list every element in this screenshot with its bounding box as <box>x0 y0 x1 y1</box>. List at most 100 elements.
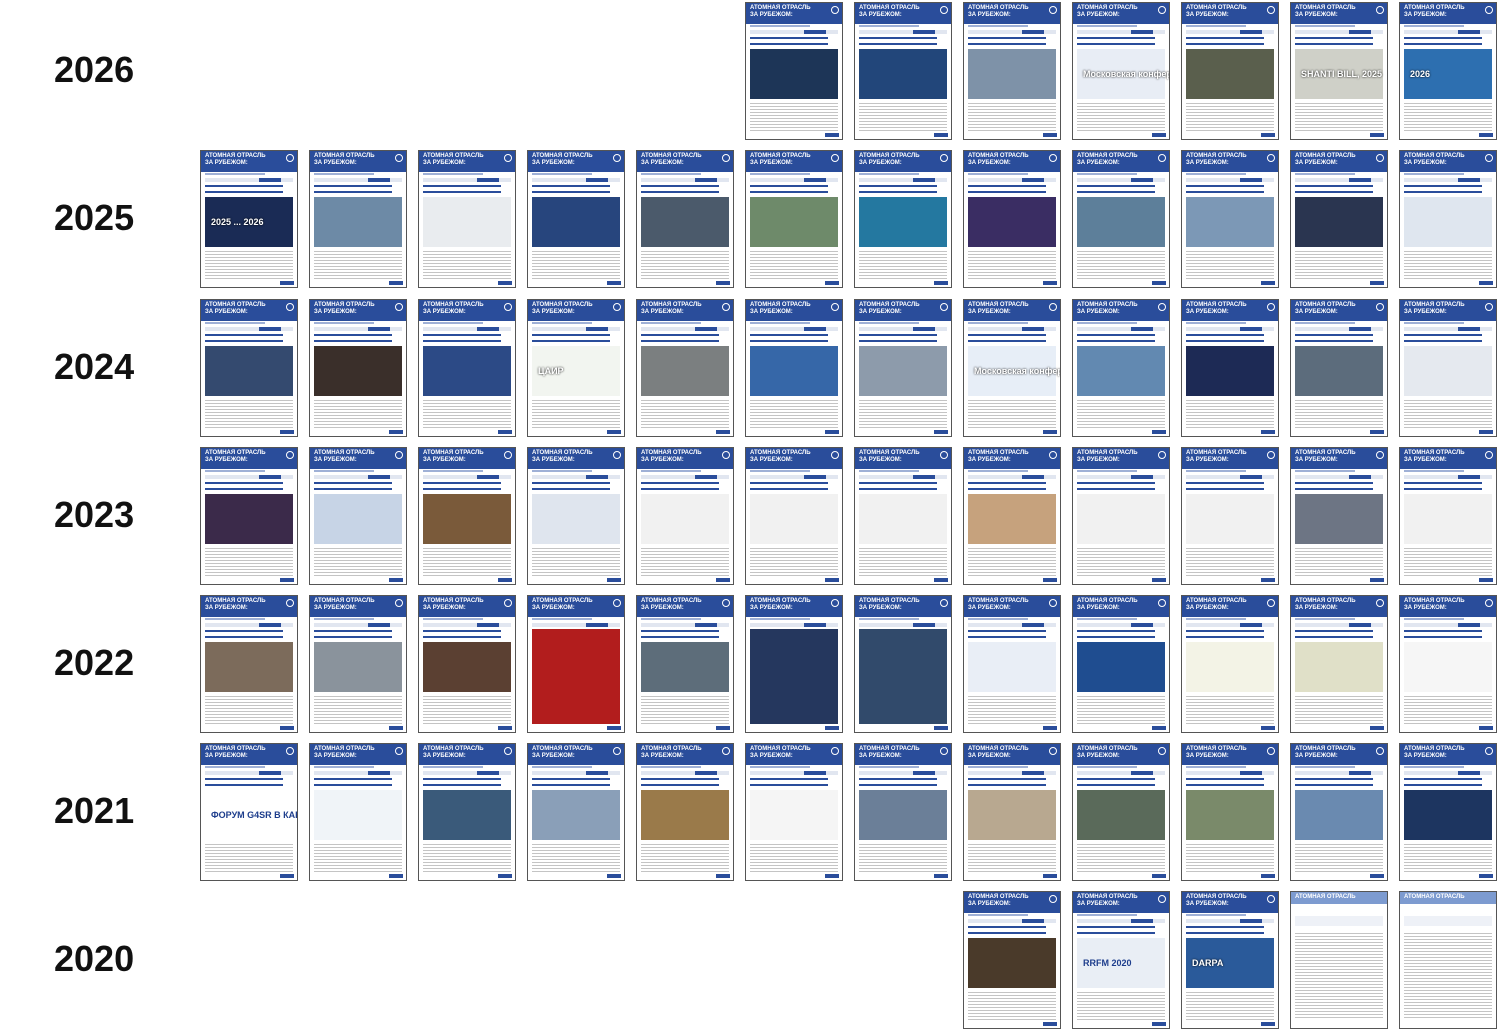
issue-cover-2025-9[interactable]: АТОМНАЯ ОТРАСЛЬ ЗА РУБЕЖОМ: <box>1072 150 1170 288</box>
cover-headline-rule <box>859 482 937 490</box>
issue-cover-2025-5[interactable]: АТОМНАЯ ОТРАСЛЬ ЗА РУБЕЖОМ: <box>636 150 734 288</box>
issue-cover-2023-11[interactable]: АТОМНАЯ ОТРАСЛЬ ЗА РУБЕЖОМ: <box>1290 447 1388 585</box>
cover-image <box>205 494 293 544</box>
cover-headline-rule <box>750 482 828 490</box>
cover-date-bar <box>1404 30 1492 34</box>
cover-subline <box>1404 322 1464 324</box>
issue-cover-2024-2[interactable]: АТОМНАЯ ОТРАСЛЬ ЗА РУБЕЖОМ: <box>309 299 407 437</box>
issue-cover-2020-4[interactable]: АТОМНАЯ ОТРАСЛЬЗА РУБЕЖОМ: <box>1290 891 1388 1029</box>
issue-cover-2025-3[interactable]: АТОМНАЯ ОТРАСЛЬ ЗА РУБЕЖОМ: <box>418 150 516 288</box>
issue-cover-2021-3[interactable]: АТОМНАЯ ОТРАСЛЬ ЗА РУБЕЖОМ: <box>418 743 516 881</box>
issue-cover-2021-5[interactable]: АТОМНАЯ ОТРАСЛЬ ЗА РУБЕЖОМ: <box>636 743 734 881</box>
issue-cover-2024-9[interactable]: АТОМНАЯ ОТРАСЛЬ ЗА РУБЕЖОМ: <box>1072 299 1170 437</box>
issue-cover-2022-6[interactable]: АТОМНАЯ ОТРАСЛЬ ЗА РУБЕЖОМ: <box>745 595 843 733</box>
issue-cover-2022-11[interactable]: АТОМНАЯ ОТРАСЛЬ ЗА РУБЕЖОМ: <box>1290 595 1388 733</box>
issue-cover-2026-7[interactable]: АТОМНАЯ ОТРАСЛЬ ЗА РУБЕЖОМ: 2026 <box>1399 2 1497 140</box>
issue-cover-2025-6[interactable]: АТОМНАЯ ОТРАСЛЬ ЗА РУБЕЖОМ: <box>745 150 843 288</box>
cover-footer-logo <box>716 874 730 878</box>
issue-cover-2025-7[interactable]: АТОМНАЯ ОТРАСЛЬ ЗА РУБЕЖОМ: <box>854 150 952 288</box>
issue-cover-2021-4[interactable]: АТОМНАЯ ОТРАСЛЬ ЗА РУБЕЖОМ: <box>527 743 625 881</box>
issue-cover-2020-5[interactable]: АТОМНАЯ ОТРАСЛЬЗА РУБЕЖОМ: <box>1399 891 1497 1029</box>
cover-image <box>1186 346 1274 396</box>
issue-cover-2026-4[interactable]: АТОМНАЯ ОТРАСЛЬ ЗА РУБЕЖОМ: Московская кон… <box>1072 2 1170 140</box>
issue-cover-2024-10[interactable]: АТОМНАЯ ОТРАСЛЬ ЗА РУБЕЖОМ: <box>1181 299 1279 437</box>
cover-text-lines <box>641 843 729 872</box>
issue-cover-2021-9[interactable]: АТОМНАЯ ОТРАСЛЬ ЗА РУБЕЖОМ: <box>1072 743 1170 881</box>
issue-cover-2020-2[interactable]: АТОМНАЯ ОТРАСЛЬ ЗА РУБЕЖОМ: RRFM 2020 <box>1072 891 1170 1029</box>
issue-cover-2023-9[interactable]: АТОМНАЯ ОТРАСЛЬ ЗА РУБЕЖОМ: <box>1072 447 1170 585</box>
cover-image <box>641 790 729 840</box>
issue-cover-2020-1[interactable]: АТОМНАЯ ОТРАСЛЬ ЗА РУБЕЖОМ: <box>963 891 1061 1029</box>
cover-text-lines <box>314 250 402 279</box>
issue-cover-2021-7[interactable]: АТОМНАЯ ОТРАСЛЬ ЗА РУБЕЖОМ: <box>854 743 952 881</box>
cover-logo-icon <box>831 747 839 755</box>
cover-headline-rule <box>859 185 937 193</box>
issue-cover-2021-2[interactable]: АТОМНАЯ ОТРАСЛЬ ЗА РУБЕЖОМ: <box>309 743 407 881</box>
issue-cover-2024-7[interactable]: АТОМНАЯ ОТРАСЛЬ ЗА РУБЕЖОМ: <box>854 299 952 437</box>
issue-cover-2026-1[interactable]: АТОМНАЯ ОТРАСЛЬ ЗА РУБЕЖОМ: <box>745 2 843 140</box>
issue-cover-2024-5[interactable]: АТОМНАЯ ОТРАСЛЬ ЗА РУБЕЖОМ: <box>636 299 734 437</box>
issue-cover-2025-12[interactable]: АТОМНАЯ ОТРАСЛЬ ЗА РУБЕЖОМ: <box>1399 150 1497 288</box>
cover-image <box>314 197 402 247</box>
issue-cover-2024-6[interactable]: АТОМНАЯ ОТРАСЛЬ ЗА РУБЕЖОМ: <box>745 299 843 437</box>
issue-cover-2023-2[interactable]: АТОМНАЯ ОТРАСЛЬ ЗА РУБЕЖОМ: <box>309 447 407 585</box>
issue-cover-2020-3[interactable]: АТОМНАЯ ОТРАСЛЬ ЗА РУБЕЖОМ: DARPA <box>1181 891 1279 1029</box>
issue-cover-2023-1[interactable]: АТОМНАЯ ОТРАСЛЬ ЗА РУБЕЖОМ: <box>200 447 298 585</box>
cover-footer-logo <box>1152 133 1166 137</box>
issue-cover-2023-6[interactable]: АТОМНАЯ ОТРАСЛЬ ЗА РУБЕЖОМ: <box>745 447 843 585</box>
issue-cover-2025-4[interactable]: АТОМНАЯ ОТРАСЛЬ ЗА РУБЕЖОМ: <box>527 150 625 288</box>
issue-cover-2024-8[interactable]: АТОМНАЯ ОТРАСЛЬ ЗА РУБЕЖОМ: Московская кон… <box>963 299 1061 437</box>
issue-cover-2024-12[interactable]: АТОМНАЯ ОТРАСЛЬ ЗА РУБЕЖОМ: <box>1399 299 1497 437</box>
issue-cover-2025-8[interactable]: АТОМНАЯ ОТРАСЛЬ ЗА РУБЕЖОМ: <box>963 150 1061 288</box>
cover-date-bar <box>314 327 402 331</box>
cover-date-bar <box>750 623 838 627</box>
issue-cover-2022-1[interactable]: АТОМНАЯ ОТРАСЛЬ ЗА РУБЕЖОМ: <box>200 595 298 733</box>
cover-date-bar <box>532 771 620 775</box>
issue-cover-2023-7[interactable]: АТОМНАЯ ОТРАСЛЬ ЗА РУБЕЖОМ: <box>854 447 952 585</box>
issue-cover-2022-5[interactable]: АТОМНАЯ ОТРАСЛЬ ЗА РУБЕЖОМ: <box>636 595 734 733</box>
issue-cover-2024-3[interactable]: АТОМНАЯ ОТРАСЛЬ ЗА РУБЕЖОМ: <box>418 299 516 437</box>
cover-subtitle: ЗА РУБЕЖОМ: <box>968 160 1011 166</box>
issue-cover-2022-3[interactable]: АТОМНАЯ ОТРАСЛЬ ЗА РУБЕЖОМ: <box>418 595 516 733</box>
cover-subline <box>532 470 592 472</box>
issue-cover-2023-10[interactable]: АТОМНАЯ ОТРАСЛЬ ЗА РУБЕЖОМ: <box>1181 447 1279 585</box>
issue-cover-2021-10[interactable]: АТОМНАЯ ОТРАСЛЬ ЗА РУБЕЖОМ: <box>1181 743 1279 881</box>
issue-cover-2021-1[interactable]: АТОМНАЯ ОТРАСЛЬ ЗА РУБЕЖОМ: ФОРУМ G4SR В К… <box>200 743 298 881</box>
issue-cover-2021-6[interactable]: АТОМНАЯ ОТРАСЛЬ ЗА РУБЕЖОМ: <box>745 743 843 881</box>
cover-subtitle: ЗА РУБЕЖОМ: <box>968 753 1011 759</box>
issue-cover-2022-10[interactable]: АТОМНАЯ ОТРАСЛЬ ЗА РУБЕЖОМ: <box>1181 595 1279 733</box>
issue-cover-2026-6[interactable]: АТОМНАЯ ОТРАСЛЬ ЗА РУБЕЖОМ: SHANTI BILL, 2… <box>1290 2 1388 140</box>
issue-cover-2023-5[interactable]: АТОМНАЯ ОТРАСЛЬ ЗА РУБЕЖОМ: <box>636 447 734 585</box>
issue-cover-2023-3[interactable]: АТОМНАЯ ОТРАСЛЬ ЗА РУБЕЖОМ: <box>418 447 516 585</box>
issue-cover-2024-1[interactable]: АТОМНАЯ ОТРАСЛЬ ЗА РУБЕЖОМ: <box>200 299 298 437</box>
issue-cover-2026-3[interactable]: АТОМНАЯ ОТРАСЛЬ ЗА РУБЕЖОМ: <box>963 2 1061 140</box>
issue-cover-2021-8[interactable]: АТОМНАЯ ОТРАСЛЬ ЗА РУБЕЖОМ: <box>963 743 1061 881</box>
issue-cover-2023-12[interactable]: АТОМНАЯ ОТРАСЛЬ ЗА РУБЕЖОМ: <box>1399 447 1497 585</box>
cover-footer-logo <box>498 874 512 878</box>
issue-cover-2024-11[interactable]: АТОМНАЯ ОТРАСЛЬ ЗА РУБЕЖОМ: <box>1290 299 1388 437</box>
cover-logo-icon <box>1485 154 1493 162</box>
issue-cover-2022-8[interactable]: АТОМНАЯ ОТРАСЛЬ ЗА РУБЕЖОМ: <box>963 595 1061 733</box>
issue-cover-2023-8[interactable]: АТОМНАЯ ОТРАСЛЬ ЗА РУБЕЖОМ: <box>963 447 1061 585</box>
cover-image <box>1186 49 1274 99</box>
issue-cover-2024-4[interactable]: АТОМНАЯ ОТРАСЛЬ ЗА РУБЕЖОМ: ЦАИР <box>527 299 625 437</box>
issue-cover-2025-2[interactable]: АТОМНАЯ ОТРАСЛЬ ЗА РУБЕЖОМ: <box>309 150 407 288</box>
issue-cover-2021-11[interactable]: АТОМНАЯ ОТРАСЛЬ ЗА РУБЕЖОМ: <box>1290 743 1388 881</box>
cover-title: АТОМНАЯ ОТРАСЛЬ <box>423 450 484 456</box>
issue-cover-2023-4[interactable]: АТОМНАЯ ОТРАСЛЬ ЗА РУБЕЖОМ: <box>527 447 625 585</box>
issue-cover-2026-2[interactable]: АТОМНАЯ ОТРАСЛЬ ЗА РУБЕЖОМ: <box>854 2 952 140</box>
issue-cover-2022-4[interactable]: АТОМНАЯ ОТРАСЛЬ ЗА РУБЕЖОМ: <box>527 595 625 733</box>
issue-cover-2022-2[interactable]: АТОМНАЯ ОТРАСЛЬ ЗА РУБЕЖОМ: <box>309 595 407 733</box>
cover-text-lines <box>859 399 947 428</box>
issue-cover-2021-12[interactable]: АТОМНАЯ ОТРАСЛЬ ЗА РУБЕЖОМ: <box>1399 743 1497 881</box>
issue-cover-2026-5[interactable]: АТОМНАЯ ОТРАСЛЬ ЗА РУБЕЖОМ: <box>1181 2 1279 140</box>
issue-cover-2022-9[interactable]: АТОМНАЯ ОТРАСЛЬ ЗА РУБЕЖОМ: <box>1072 595 1170 733</box>
cover-logo-icon <box>940 154 948 162</box>
issue-cover-2025-1[interactable]: АТОМНАЯ ОТРАСЛЬ ЗА РУБЕЖОМ: 2025 ... 2026 <box>200 150 298 288</box>
issue-cover-2025-10[interactable]: АТОМНАЯ ОТРАСЛЬ ЗА РУБЕЖОМ: <box>1181 150 1279 288</box>
cover-subtitle: ЗА РУБЕЖОМ: <box>1186 160 1229 166</box>
issue-cover-2025-11[interactable]: АТОМНАЯ ОТРАСЛЬ ЗА РУБЕЖОМ: <box>1290 150 1388 288</box>
issue-cover-2022-12[interactable]: АТОМНАЯ ОТРАСЛЬ ЗА РУБЕЖОМ: <box>1399 595 1497 733</box>
issue-cover-2022-7[interactable]: АТОМНАЯ ОТРАСЛЬ ЗА РУБЕЖОМ: <box>854 595 952 733</box>
cover-footer-logo <box>1370 430 1384 434</box>
